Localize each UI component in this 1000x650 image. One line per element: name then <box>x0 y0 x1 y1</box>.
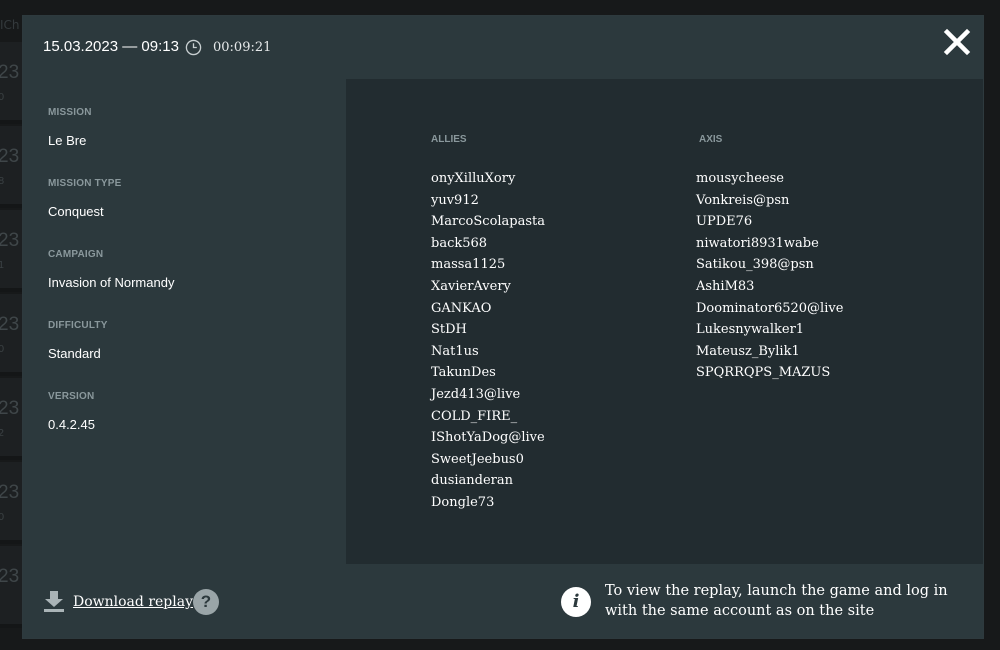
background-row-number: 23 <box>0 482 20 503</box>
allies-player: Nat1us <box>431 343 479 359</box>
allies-player: Jezd413@live <box>431 386 521 402</box>
mission-type-label: MISSION TYPE <box>48 178 122 189</box>
background-row-number: 23 <box>0 566 20 587</box>
background-row: 23 2 <box>0 378 22 460</box>
allies-player: XavierAvery <box>431 278 511 294</box>
axis-player: AshiM83 <box>696 278 755 294</box>
background-row: 23 0 <box>0 42 22 124</box>
allies-player: onyXilluXory <box>431 171 516 186</box>
allies-title: ALLIES <box>431 134 467 145</box>
allies-player: yuv912 <box>431 192 479 208</box>
campaign-value: Invasion of Normandy <box>48 275 175 290</box>
axis-player: Vonkreis@psn <box>696 192 790 208</box>
axis-player: UPDE76 <box>696 214 753 230</box>
mission-label: MISSION <box>48 107 92 118</box>
allies-player: COLD_FIRE_ <box>431 408 518 424</box>
background-row: 23 0 <box>0 462 22 544</box>
axis-player: Mateusz_Bylik1 <box>696 343 800 359</box>
background-list: ICh 23 0 23 8 23 1 23 0 23 2 23 0 23 <box>0 0 22 650</box>
mission-details: MISSION Le Bre MISSION TYPE Conquest CAM… <box>23 79 346 564</box>
modal-footer: Download replay ? i To view the replay, … <box>23 564 983 638</box>
version-label: VERSION <box>48 391 95 402</box>
difficulty-label: DIFFICULTY <box>48 320 108 331</box>
background-fragment: ICh <box>0 18 20 32</box>
version-value: 0.4.2.45 <box>48 417 95 432</box>
axis-player: niwatori8931wabe <box>696 235 819 251</box>
axis-title: AXIS <box>699 134 723 145</box>
download-icon[interactable] <box>43 590 65 612</box>
mission-value: Le Bre <box>48 133 87 148</box>
background-row-number: 23 <box>0 314 20 335</box>
help-icon[interactable]: ? <box>193 589 219 615</box>
background-row: 23 1 <box>0 210 22 292</box>
campaign-label: CAMPAIGN <box>48 249 104 260</box>
replay-duration: 00:09:21 <box>213 40 272 55</box>
clock-icon <box>185 39 202 56</box>
replay-datetime: 15.03.2023 — 09:13 <box>43 38 179 55</box>
allies-player: Dongle73 <box>431 494 495 510</box>
background-row-sub: 2 <box>0 428 5 439</box>
allies-player: dusianderan <box>431 473 513 489</box>
background-row: 23 8 <box>0 126 22 208</box>
allies-player: IShotYaDog@live <box>431 430 545 446</box>
close-icon[interactable] <box>943 28 971 56</box>
background-row: 23 <box>0 546 22 628</box>
background-row-number: 23 <box>0 398 20 419</box>
modal-header: 15.03.2023 — 09:13 00:09:21 <box>23 16 983 79</box>
background-row: 23 0 <box>0 294 22 376</box>
allies-player-list: onyXilluXory yuv912 MarcoScolapasta back568… <box>431 168 545 514</box>
allies-player: back568 <box>431 235 488 251</box>
background-row-sub: 0 <box>0 512 5 523</box>
difficulty-value: Standard <box>48 346 101 361</box>
allies-player: StDH <box>431 322 467 338</box>
allies-player: MarcoScolapasta <box>431 214 546 230</box>
axis-player: Satikou_398@psn <box>696 257 814 273</box>
allies-player: TakunDes <box>431 365 496 381</box>
replay-modal: 15.03.2023 — 09:13 00:09:21 MISSION Le B… <box>22 15 984 639</box>
info-icon: i <box>561 587 591 617</box>
background-row-sub: 0 <box>0 92 5 103</box>
axis-player: Doominator6520@live <box>696 300 844 316</box>
axis-player: Lukesnywalker1 <box>696 322 805 338</box>
download-replay-link[interactable]: Download replay <box>73 594 193 610</box>
teams-panel: ALLIES onyXilluXory yuv912 MarcoScolapasta… <box>346 79 983 564</box>
background-row-number: 23 <box>0 62 20 83</box>
background-row-sub: 0 <box>0 344 5 355</box>
allies-player: GANKAO <box>431 300 492 316</box>
background-row-sub: 8 <box>0 176 5 187</box>
axis-player: mousycheese <box>696 171 784 186</box>
allies-player: SweetJeebus0 <box>431 451 524 467</box>
background-row-sub: 1 <box>0 260 5 271</box>
background-row-number: 23 <box>0 146 20 167</box>
axis-player: SPQRRQPS_MAZUS <box>696 365 831 381</box>
replay-instructions: To view the replay, launch the game and … <box>605 583 948 619</box>
background-row-number: 23 <box>0 230 20 251</box>
axis-player-list: mousycheese Vonkreis@psn UPDE76 niwatori893… <box>696 168 843 384</box>
mission-type-value: Conquest <box>48 204 104 219</box>
allies-player: massa1125 <box>431 257 506 273</box>
